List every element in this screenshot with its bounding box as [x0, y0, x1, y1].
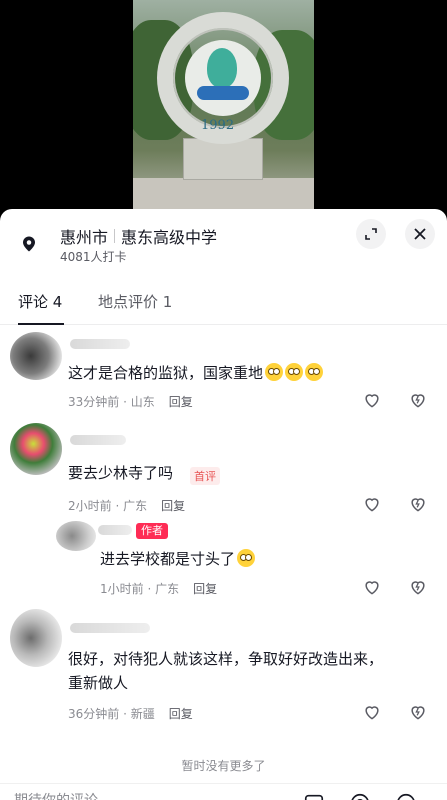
comment-time: 36分钟前 [68, 707, 120, 721]
comment-text: 进去学校都是寸头了 [100, 547, 256, 571]
comment-region: 山东 [130, 395, 155, 409]
location-header: 惠州市 惠东高级中学 4081人打卡 [0, 209, 447, 275]
monument-year: 1992 [201, 118, 235, 133]
emoji-icon [305, 363, 324, 381]
dislike-heart-icon[interactable] [408, 390, 428, 410]
emoji-icon [285, 363, 304, 381]
expand-button[interactable] [356, 219, 386, 249]
comment-text: 要去少林寺了吗 [68, 464, 174, 482]
close-icon [414, 228, 426, 240]
like-heart-icon[interactable] [362, 577, 382, 597]
comment-item: 要去少林寺了吗 首评 2小时前 · 广东 回复 [0, 417, 447, 513]
comment-time: 33分钟前 [68, 395, 120, 409]
username[interactable] [70, 623, 150, 633]
dislike-heart-icon[interactable] [408, 702, 428, 722]
active-tab-indicator [18, 323, 64, 325]
location-name[interactable]: 惠州市 惠东高级中学 [60, 224, 217, 248]
reply-button[interactable]: 回复 [169, 393, 193, 410]
place-label: 惠东高级中学 [121, 228, 218, 247]
comment-item: 这才是合格的监狱，国家重地 33分钟前 · 山东 回复 [0, 327, 447, 417]
author-badge: 作者 [136, 523, 168, 539]
no-more-comments: 暂时没有更多了 [181, 759, 266, 773]
comment-input-bar: 期待你的评论 [0, 783, 447, 800]
comment-text: 这才是合格的监狱，国家重地 [68, 361, 324, 385]
reply-button[interactable]: 回复 [193, 580, 217, 597]
comment-input[interactable]: 期待你的评论 [14, 790, 294, 800]
reply-item: 作者 进去学校都是寸头了 1小时前 · 广东 回复 [0, 511, 447, 603]
like-heart-icon[interactable] [362, 702, 382, 722]
tab-comments[interactable]: 评论 4 [18, 291, 62, 312]
image-icon[interactable] [303, 792, 325, 800]
username[interactable] [70, 435, 126, 445]
tab-bar: 评论 4 地点评价 1 [0, 291, 447, 325]
tab-place-reviews[interactable]: 地点评价 1 [98, 291, 172, 312]
comments-sheet: 惠州市 惠东高级中学 4081人打卡 评论 4 地点评价 1 这才是合格的监狱，… [0, 209, 447, 800]
like-heart-icon[interactable] [362, 390, 382, 410]
emoji-icon [265, 363, 284, 381]
mention-icon[interactable] [349, 792, 371, 800]
comment-meta: 33分钟前 · 山东 回复 [68, 393, 193, 410]
reply-button[interactable]: 回复 [169, 705, 193, 722]
school-monument-photo[interactable]: 1992 [133, 0, 314, 215]
comment-region: 广东 [155, 582, 180, 596]
comment-region: 新疆 [130, 707, 155, 721]
comment-meta: 1小时前 · 广东 回复 [100, 580, 218, 597]
close-button[interactable] [405, 219, 435, 249]
checkin-count: 4081人打卡 [60, 250, 127, 264]
avatar[interactable] [10, 423, 62, 475]
dislike-heart-icon[interactable] [408, 577, 428, 597]
emoji-picker-icon[interactable] [395, 792, 417, 800]
divider [114, 229, 116, 243]
first-comment-badge: 首评 [190, 467, 220, 485]
username[interactable] [70, 339, 130, 349]
avatar[interactable] [56, 521, 96, 551]
avatar[interactable] [10, 609, 62, 667]
expand-icon [365, 228, 377, 240]
city-label: 惠州市 [60, 228, 109, 247]
monument-base [183, 138, 263, 180]
crying-laugh-emoji-icon [237, 549, 256, 567]
username[interactable] [98, 525, 132, 535]
comment-text: 很好，对待犯人就该这样，争取好好改造出来， 重新做人 [68, 650, 384, 692]
school-emblem [207, 48, 237, 88]
location-photo-area: 1992 [0, 0, 447, 215]
comment-time: 1小时前 [100, 582, 144, 596]
avatar[interactable] [10, 332, 62, 380]
comment-meta: 36分钟前 · 新疆 回复 [68, 705, 193, 722]
comment-item: 很好，对待犯人就该这样，争取好好改造出来， 重新做人 36分钟前 · 新疆 回复 [0, 603, 447, 733]
location-pin-icon [23, 236, 35, 252]
